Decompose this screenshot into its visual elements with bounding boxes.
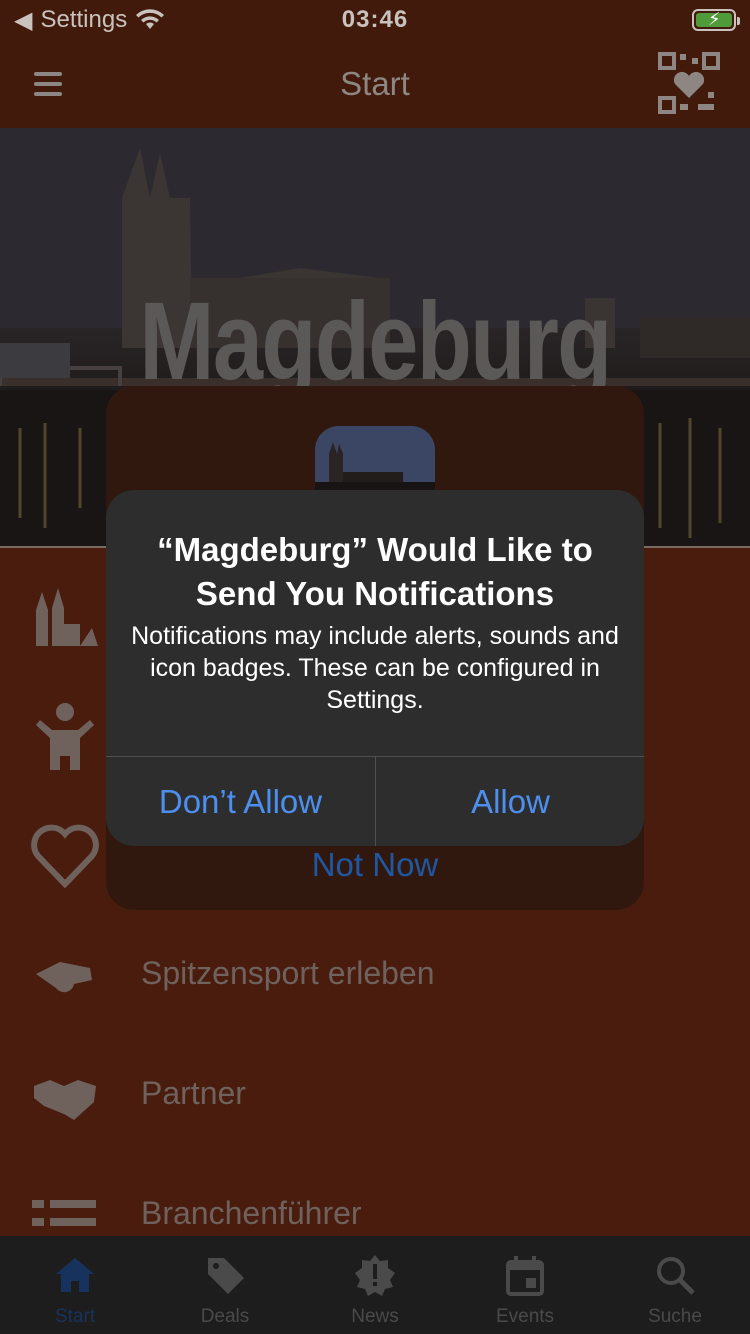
menu-item-label: Spitzensport erleben bbox=[141, 954, 435, 991]
alert-message: Notifications may include alerts, sounds… bbox=[131, 622, 619, 714]
qr-heart-icon[interactable] bbox=[658, 52, 720, 114]
tab-label: Deals bbox=[200, 1306, 250, 1327]
search-icon bbox=[657, 1257, 695, 1295]
tab-events[interactable]: Events bbox=[450, 1236, 600, 1334]
status-bar: ◀ Settings 03:46 ⚡ bbox=[0, 0, 750, 40]
allow-button[interactable]: Allow bbox=[376, 757, 644, 846]
heart-icon bbox=[31, 824, 99, 889]
notification-permission-alert: “Magdeburg” Would Like to Send You Notif… bbox=[106, 490, 644, 846]
tab-start[interactable]: Start bbox=[0, 1236, 150, 1334]
tab-suche[interactable]: Suche bbox=[600, 1236, 750, 1334]
handshake-icon bbox=[34, 1080, 96, 1120]
hamburger-menu-icon[interactable] bbox=[34, 72, 62, 102]
person-icon bbox=[36, 703, 94, 770]
page-title: Start bbox=[340, 65, 410, 102]
cathedral-icon bbox=[36, 588, 98, 646]
menu-item-label: Partner bbox=[141, 1074, 246, 1111]
tab-label: Start bbox=[54, 1306, 96, 1327]
not-now-button[interactable]: Not Now bbox=[106, 846, 644, 884]
menu-item-label: Branchenführer bbox=[141, 1194, 362, 1231]
tag-icon bbox=[208, 1258, 244, 1294]
tab-deals[interactable]: Deals bbox=[150, 1236, 300, 1334]
tab-bar: Start Deals News Events Suche bbox=[0, 1236, 750, 1334]
tab-label: Events bbox=[495, 1306, 555, 1327]
app-icon bbox=[315, 426, 435, 490]
whistle-icon bbox=[36, 962, 92, 993]
menu-item-partner[interactable]: Partner bbox=[0, 1043, 750, 1143]
tab-label: News bbox=[351, 1306, 399, 1327]
alert-badge-icon bbox=[355, 1255, 395, 1296]
battery-icon: ⚡ bbox=[692, 9, 740, 31]
dont-allow-button[interactable]: Don’t Allow bbox=[106, 757, 375, 846]
menu-item-spitzensport[interactable]: Spitzensport erleben bbox=[0, 923, 750, 1023]
navigation-bar: Start bbox=[0, 40, 750, 128]
tab-news[interactable]: News bbox=[300, 1236, 450, 1334]
tab-label: Suche bbox=[648, 1306, 702, 1327]
calendar-icon bbox=[506, 1256, 544, 1296]
status-time: 03:46 bbox=[341, 6, 409, 33]
home-icon bbox=[56, 1258, 94, 1292]
alert-title: “Magdeburg” Would Like to Send You Notif… bbox=[157, 531, 593, 612]
